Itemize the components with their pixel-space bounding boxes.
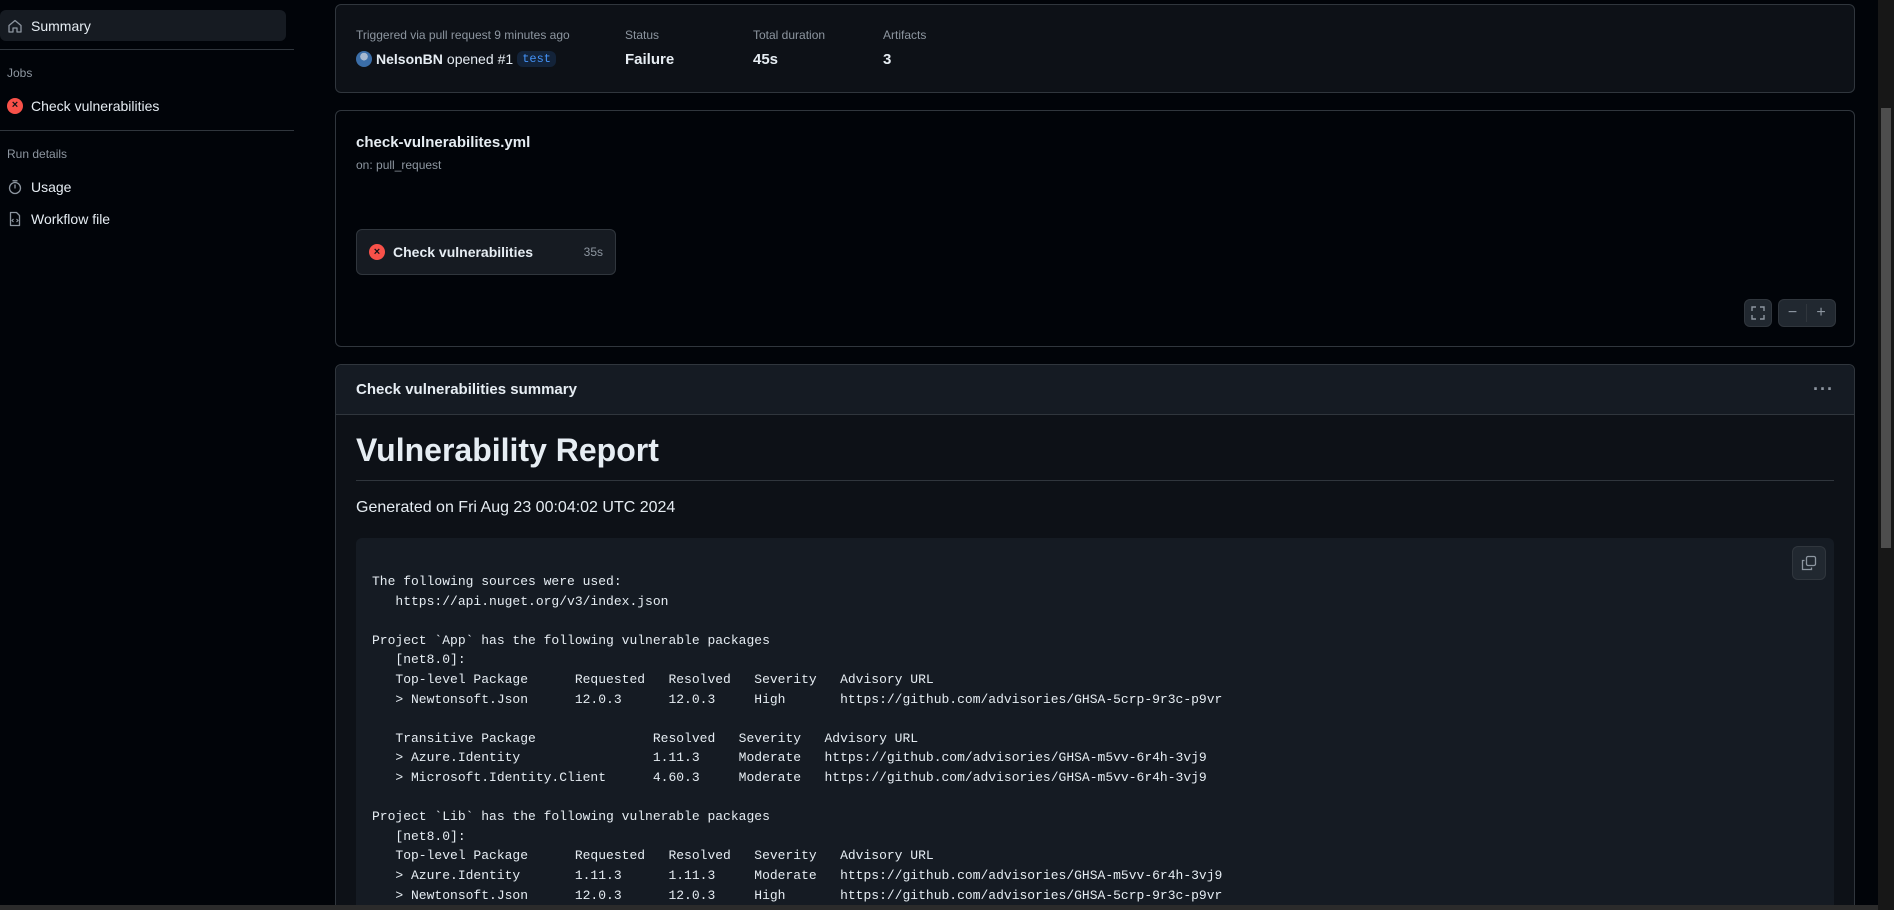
job-node-check-vulnerabilities[interactable]: × Check vulnerabilities 35s xyxy=(356,229,616,275)
artifacts-value[interactable]: 3 xyxy=(883,51,891,68)
stopwatch-icon xyxy=(7,179,23,195)
pr-link[interactable]: #1 xyxy=(498,51,514,67)
actor-link[interactable]: NelsonBN xyxy=(376,51,443,67)
sidebar-item-usage[interactable]: Usage xyxy=(0,171,286,202)
workflow-filename[interactable]: check-vulnerabilites.yml xyxy=(356,134,530,151)
trigger-detail: NelsonBN opened #1 test xyxy=(356,51,557,67)
zoom-controls: − + xyxy=(1778,299,1836,327)
avatar xyxy=(356,51,372,67)
scroll-thumb[interactable] xyxy=(1881,108,1891,548)
sidebar-item-label: Check vulnerabilities xyxy=(31,97,160,114)
status-value: Failure xyxy=(625,51,675,68)
vertical-scrollbar[interactable] xyxy=(1878,0,1894,910)
sidebar-item-label: Summary xyxy=(31,17,91,34)
divider xyxy=(0,49,294,50)
zoom-in-button[interactable]: + xyxy=(1807,304,1835,322)
workflow-trigger: on: pull_request xyxy=(356,158,442,172)
sidebar: Summary Jobs × Check vulnerabilities Run… xyxy=(0,0,296,910)
copy-icon xyxy=(1801,555,1817,571)
duration-value: 45s xyxy=(753,51,779,68)
summary-title: Check vulnerabilities summary xyxy=(356,381,577,398)
sidebar-item-label: Workflow file xyxy=(31,210,111,227)
artifacts-label: Artifacts xyxy=(883,28,927,42)
job-node-label: Check vulnerabilities xyxy=(393,244,534,260)
summary-card: Check vulnerabilities summary ··· Vulner… xyxy=(335,364,1855,910)
sidebar-item-summary[interactable]: Summary xyxy=(0,10,286,41)
sidebar-item-workflow-file[interactable]: Workflow file xyxy=(0,203,286,234)
report-output: The following sources were used: https:/… xyxy=(372,574,1223,903)
workflow-graph-card: check-vulnerabilites.yml on: pull_reques… xyxy=(335,110,1855,347)
file-code-icon xyxy=(7,211,23,227)
summary-header: Check vulnerabilities summary ··· xyxy=(336,365,1854,415)
zoom-out-button[interactable]: − xyxy=(1779,304,1808,322)
trigger-label: Triggered via pull request 9 minutes ago xyxy=(356,28,570,42)
duration-label: Total duration xyxy=(753,28,826,42)
horizontal-scrollbar[interactable] xyxy=(0,905,1878,910)
job-node-duration: 35s xyxy=(583,245,603,259)
action-text: opened xyxy=(446,51,494,67)
divider xyxy=(0,130,294,131)
run-details-heading: Run details xyxy=(7,147,68,161)
sidebar-item-job[interactable]: × Check vulnerabilities xyxy=(0,90,286,121)
copy-button[interactable] xyxy=(1792,546,1826,580)
status-label: Status xyxy=(625,28,660,42)
kebab-menu-icon[interactable]: ··· xyxy=(1813,379,1834,400)
failure-icon: × xyxy=(369,244,385,260)
home-icon xyxy=(7,18,23,34)
heading-divider xyxy=(356,480,1834,481)
failure-icon: × xyxy=(7,97,23,114)
sidebar-item-label: Usage xyxy=(31,178,72,195)
code-block: The following sources were used: https:/… xyxy=(356,538,1834,910)
fullscreen-button[interactable] xyxy=(1744,299,1772,327)
run-info-card: Triggered via pull request 9 minutes ago… xyxy=(335,4,1855,93)
fullscreen-icon xyxy=(1751,306,1765,320)
report-heading: Vulnerability Report xyxy=(356,432,659,468)
jobs-heading: Jobs xyxy=(7,66,33,80)
generated-date: Generated on Fri Aug 23 00:04:02 UTC 202… xyxy=(356,499,676,516)
branch-label[interactable]: test xyxy=(517,51,557,67)
